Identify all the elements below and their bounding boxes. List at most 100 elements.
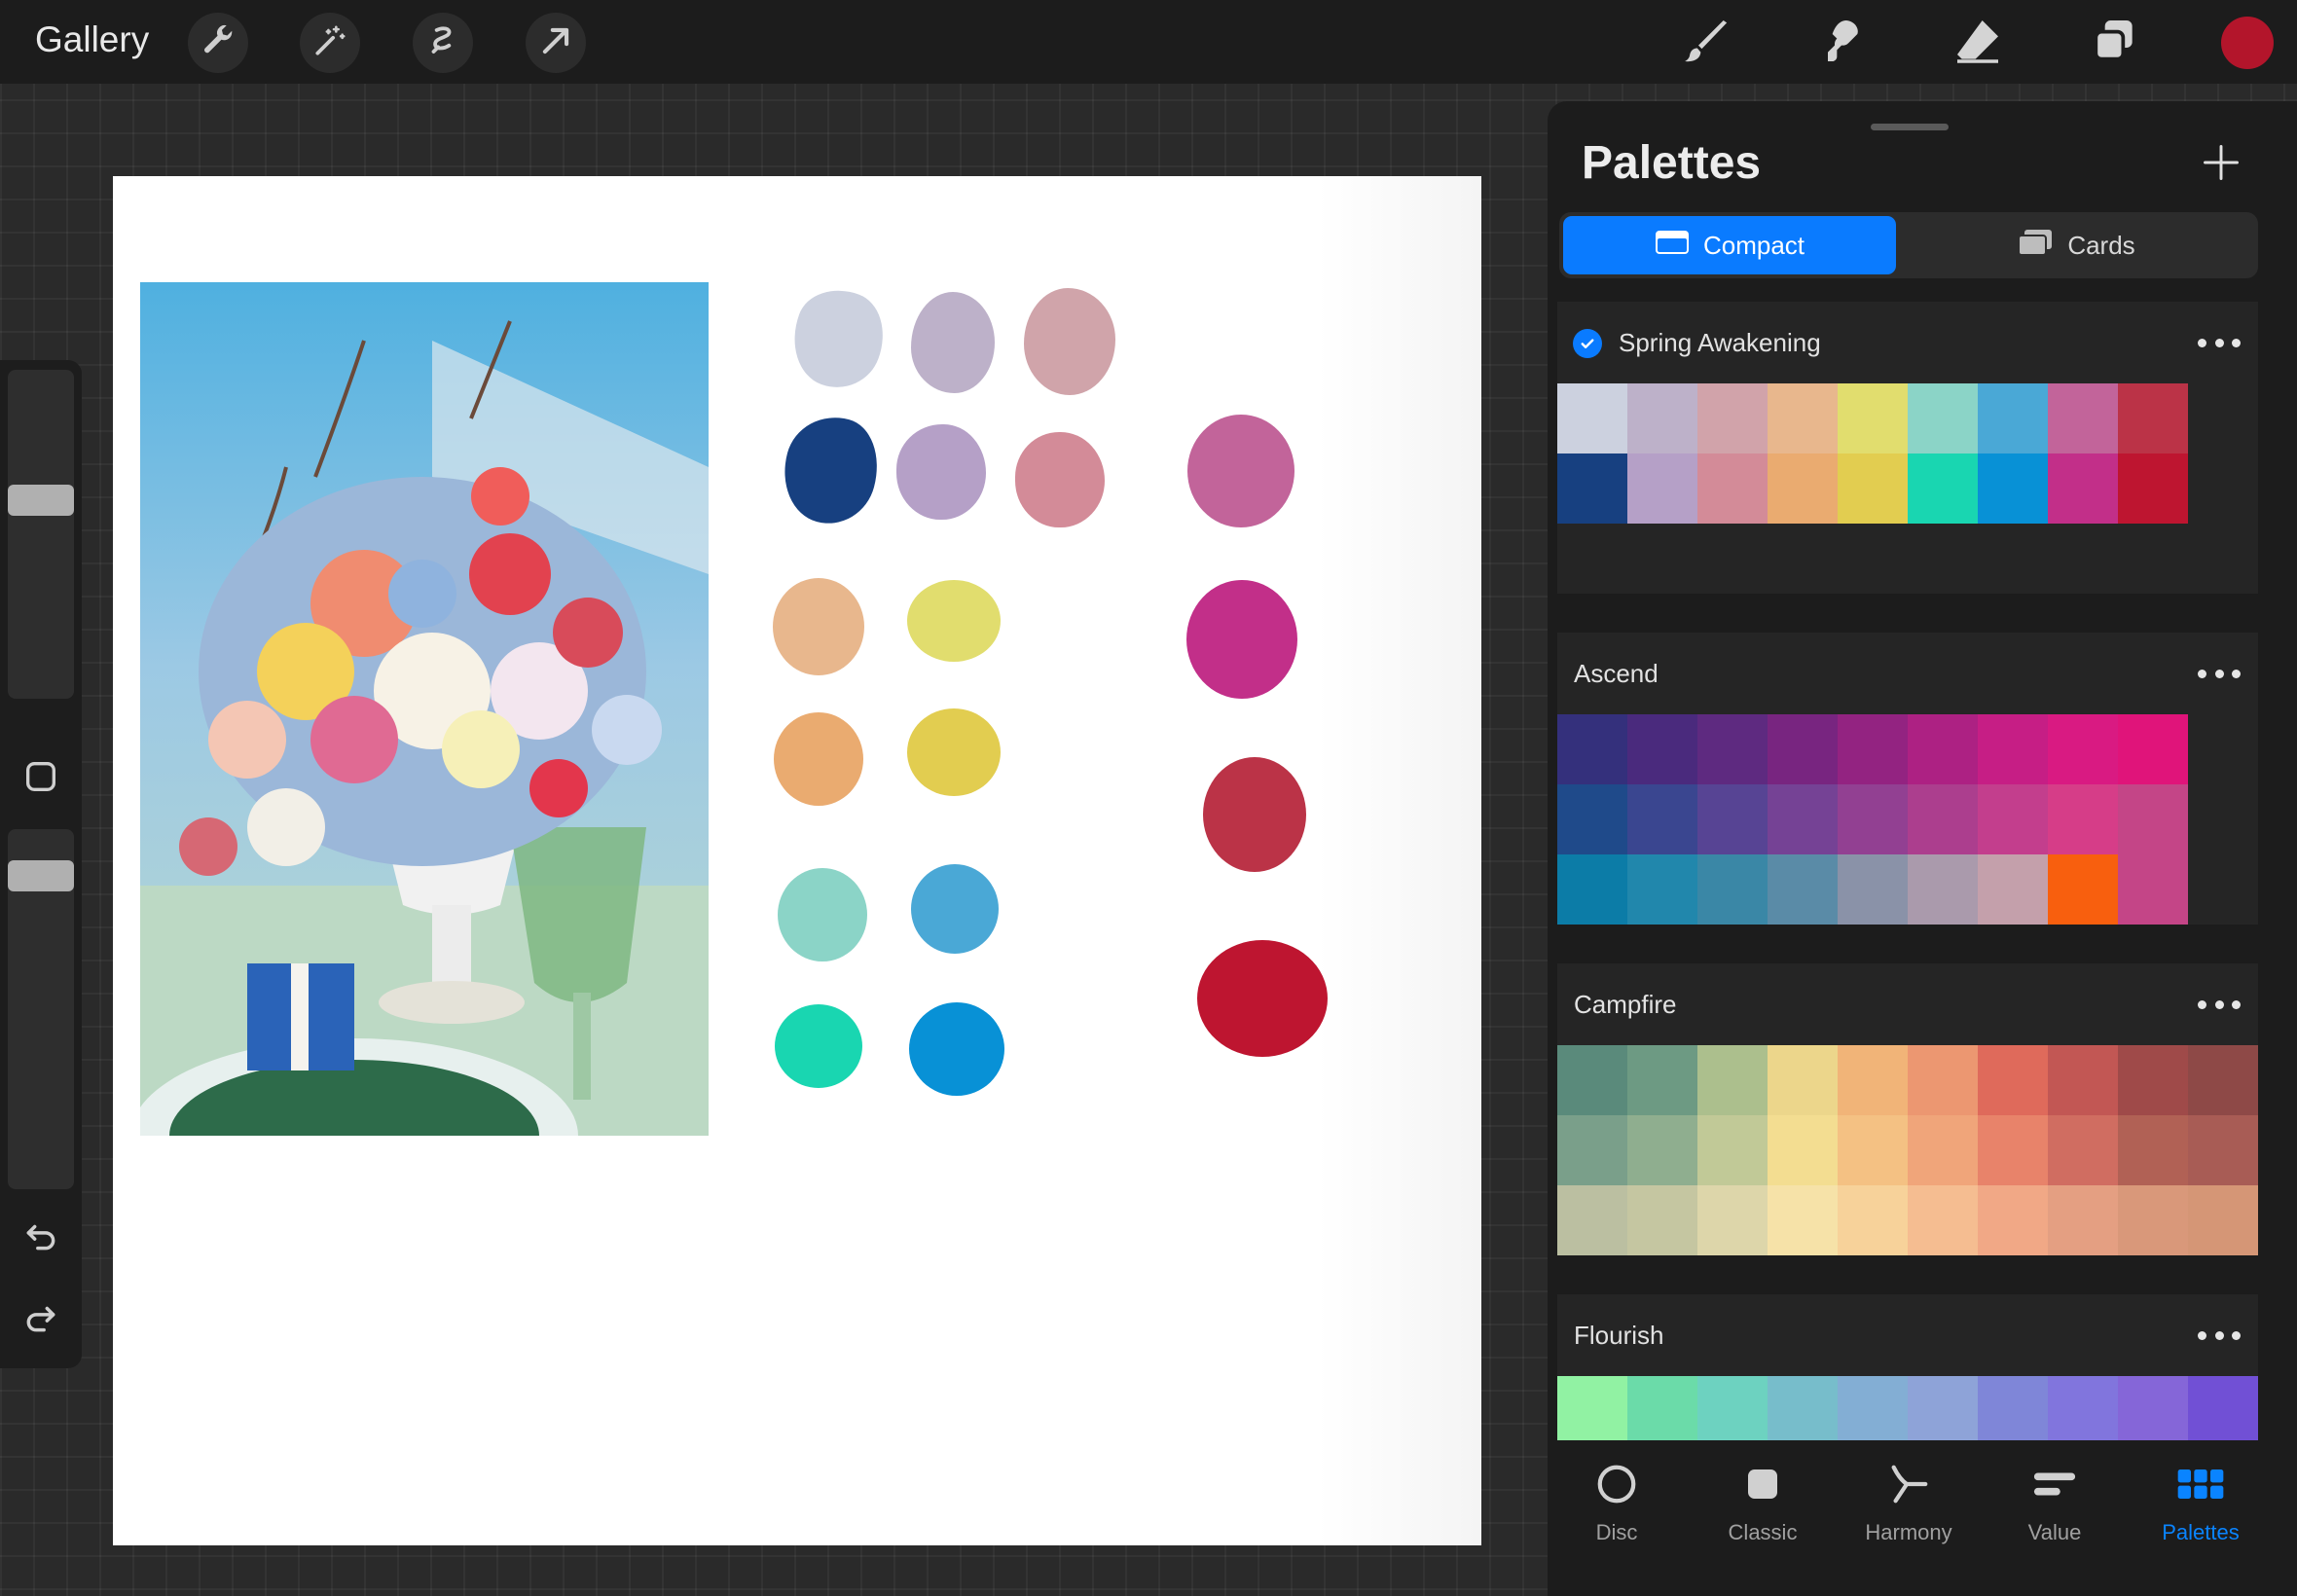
smudge-button[interactable] <box>1812 14 1871 72</box>
palette-swatch[interactable] <box>1978 1115 2048 1185</box>
palette-swatch[interactable] <box>2048 1185 2118 1255</box>
palette-swatch[interactable] <box>1978 1045 2048 1115</box>
add-palette-button[interactable] <box>2200 141 2242 184</box>
palette-swatch[interactable] <box>1768 1115 1838 1185</box>
palette-swatch[interactable] <box>1978 453 2048 524</box>
palette-swatch[interactable] <box>1908 1045 1978 1115</box>
palette-swatch[interactable] <box>1697 1045 1768 1115</box>
gallery-button[interactable]: Gallery <box>35 19 149 60</box>
palette-name[interactable]: Spring Awakening <box>1619 328 1821 358</box>
palette-swatch[interactable] <box>2048 1115 2118 1185</box>
adjustments-button[interactable] <box>300 13 360 73</box>
palette-swatch[interactable] <box>2118 453 2188 524</box>
palette-swatch[interactable] <box>1697 1376 1768 1446</box>
palette-swatch[interactable] <box>2048 714 2118 784</box>
palette-swatch[interactable] <box>1557 1185 1627 1255</box>
tab-palettes[interactable]: Palettes <box>2137 1460 2264 1545</box>
palette-swatch[interactable] <box>1838 784 1908 854</box>
palette-swatch[interactable] <box>2188 1045 2258 1115</box>
palette-swatch[interactable] <box>2048 1376 2118 1446</box>
palette-swatch[interactable] <box>2048 453 2118 524</box>
brush-button[interactable] <box>1676 14 1734 72</box>
palette-more-icon[interactable] <box>2198 670 2241 679</box>
modify-button[interactable] <box>19 755 62 798</box>
compact-view-button[interactable]: Compact <box>1563 216 1896 274</box>
palette-swatch[interactable] <box>1978 1376 2048 1446</box>
palette-swatch[interactable] <box>2118 1115 2188 1185</box>
palette-swatch[interactable] <box>1978 854 2048 925</box>
palette-swatch[interactable] <box>1768 1185 1838 1255</box>
palette-swatch[interactable] <box>1627 1115 1697 1185</box>
layers-button[interactable] <box>2085 14 2143 72</box>
palette-swatch[interactable] <box>1768 854 1838 925</box>
palette-swatch[interactable] <box>1838 1045 1908 1115</box>
default-palette-checkmark-icon[interactable] <box>1573 329 1602 358</box>
palette-swatch[interactable] <box>1627 1045 1697 1115</box>
palette-swatch[interactable] <box>1908 714 1978 784</box>
palette-swatch[interactable] <box>1627 1376 1697 1446</box>
brush-size-thumb[interactable] <box>8 485 74 516</box>
palette-swatch[interactable] <box>2118 1045 2188 1115</box>
palette-swatch[interactable] <box>1557 854 1627 925</box>
palette-swatch[interactable] <box>1838 1185 1908 1255</box>
palette-swatch[interactable] <box>1908 784 1978 854</box>
palette-swatch[interactable] <box>1557 383 1627 453</box>
palette-swatch[interactable] <box>1768 383 1838 453</box>
palette-swatch[interactable] <box>1697 1185 1768 1255</box>
palette-swatch[interactable] <box>2118 1185 2188 1255</box>
palette-swatch[interactable] <box>1908 1185 1978 1255</box>
palette-name[interactable]: Campfire <box>1574 990 1676 1020</box>
palette-swatch[interactable] <box>1557 1376 1627 1446</box>
palette-swatch[interactable] <box>1838 714 1908 784</box>
palette-swatch[interactable] <box>1908 1115 1978 1185</box>
palette-swatch[interactable] <box>1697 854 1768 925</box>
palette-swatch[interactable] <box>1978 784 2048 854</box>
actions-button[interactable] <box>188 13 248 73</box>
palette-swatch[interactable] <box>2048 1045 2118 1115</box>
eraser-button[interactable] <box>1949 14 2007 72</box>
palette-swatch[interactable] <box>1697 714 1768 784</box>
palette-swatch[interactable] <box>1768 1045 1838 1115</box>
palette-swatch[interactable] <box>1978 1185 2048 1255</box>
palette-more-icon[interactable] <box>2198 339 2241 348</box>
palette-swatch[interactable] <box>1978 714 2048 784</box>
palette-swatch[interactable] <box>2048 383 2118 453</box>
palette-swatch[interactable] <box>2048 784 2118 854</box>
palette-swatch[interactable] <box>2118 714 2188 784</box>
palette-more-icon[interactable] <box>2198 1331 2241 1341</box>
palette-swatch[interactable] <box>2048 854 2118 925</box>
palette-swatch[interactable] <box>2188 1115 2258 1185</box>
brush-size-slider[interactable] <box>8 370 74 699</box>
palette-swatch[interactable] <box>1978 383 2048 453</box>
palette-swatch[interactable] <box>1838 383 1908 453</box>
palette-swatch[interactable] <box>1557 784 1627 854</box>
tab-disc[interactable]: Disc <box>1553 1460 1680 1545</box>
palette-swatch[interactable] <box>1627 784 1697 854</box>
palette-swatch[interactable] <box>2118 784 2188 854</box>
palette-swatch[interactable] <box>1768 1376 1838 1446</box>
palette-name[interactable]: Ascend <box>1574 659 1659 689</box>
palette-swatch[interactable] <box>1908 1376 1978 1446</box>
palette-swatch[interactable] <box>1627 383 1697 453</box>
palette-swatch[interactable] <box>1697 784 1768 854</box>
tab-harmony[interactable]: Harmony <box>1845 1460 1972 1545</box>
palette-swatch[interactable] <box>1768 784 1838 854</box>
palette-more-icon[interactable] <box>2198 1000 2241 1010</box>
palette-swatch[interactable] <box>1908 383 1978 453</box>
palette-swatch[interactable] <box>1838 854 1908 925</box>
transform-button[interactable] <box>526 13 586 73</box>
palette-swatch[interactable] <box>1557 1115 1627 1185</box>
palette-swatch[interactable] <box>1627 453 1697 524</box>
palette-swatch[interactable] <box>1838 1376 1908 1446</box>
palette-swatch[interactable] <box>1697 1115 1768 1185</box>
cards-view-button[interactable]: Cards <box>1898 216 2254 274</box>
palette-swatch[interactable] <box>1768 453 1838 524</box>
palette-swatch[interactable] <box>1557 453 1627 524</box>
redo-button[interactable] <box>19 1298 62 1341</box>
palette-swatch[interactable] <box>1838 453 1908 524</box>
palette-swatch[interactable] <box>1627 1185 1697 1255</box>
undo-button[interactable] <box>19 1216 62 1259</box>
palette-swatch[interactable] <box>1557 714 1627 784</box>
tab-value[interactable]: Value <box>1991 1460 2118 1545</box>
panel-grabber[interactable] <box>1871 124 1949 130</box>
